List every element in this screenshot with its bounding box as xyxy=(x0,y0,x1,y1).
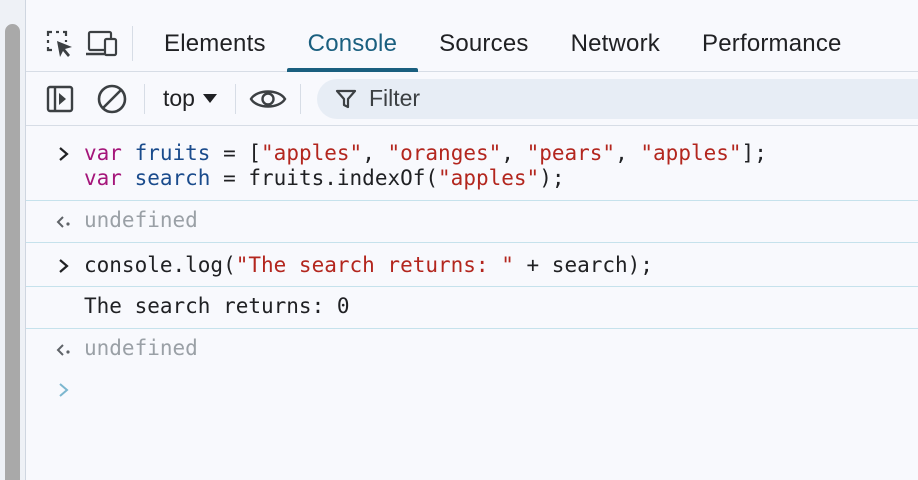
filter-funnel-icon xyxy=(335,89,357,108)
devtools-panel: Elements Console Sources Network Perform… xyxy=(26,0,918,480)
tab-sources[interactable]: Sources xyxy=(418,16,549,71)
console-input-entry: console.log("The search returns: " + sea… xyxy=(26,243,918,287)
toolbar-divider xyxy=(144,83,145,114)
return-arrow-icon xyxy=(54,208,74,233)
code-line: var search = fruits.indexOf("apples"); xyxy=(84,166,565,190)
device-toolbar-icon[interactable] xyxy=(80,16,124,71)
toolbar-divider xyxy=(234,83,236,114)
return-value: undefined xyxy=(84,336,198,360)
main-tab-bar: Elements Console Sources Network Perform… xyxy=(26,16,918,72)
toolbar-divider xyxy=(299,83,301,114)
clear-console-icon[interactable] xyxy=(92,79,132,119)
context-selector-label: top xyxy=(163,85,195,111)
tab-console[interactable]: Console xyxy=(286,16,419,72)
context-selector[interactable]: top xyxy=(157,85,223,112)
log-output: The search returns: 0 xyxy=(84,294,350,318)
scrollbar-thumb[interactable] xyxy=(5,24,20,480)
code-line: console.log("The search returns: " + sea… xyxy=(84,253,653,277)
tab-bar-divider xyxy=(132,26,133,61)
console-return-entry: undefined xyxy=(26,329,918,370)
return-value: undefined xyxy=(84,208,198,232)
left-scroll-gutter xyxy=(0,0,26,480)
tab-network[interactable]: Network xyxy=(550,16,681,71)
inspect-element-icon[interactable] xyxy=(40,16,80,71)
console-prompt[interactable] xyxy=(26,370,918,410)
chevron-right-icon xyxy=(54,141,74,166)
code-line: var fruits = ["apples", "oranges", "pear… xyxy=(84,141,767,165)
live-expression-eye-icon[interactable] xyxy=(248,79,288,119)
tab-elements[interactable]: Elements xyxy=(143,16,287,71)
filter-input[interactable]: Filter xyxy=(316,78,918,119)
sidebar-toggle-icon[interactable] xyxy=(40,79,80,119)
tab-performance[interactable]: Performance xyxy=(681,16,863,71)
caret-down-icon xyxy=(202,94,217,103)
chevron-right-icon xyxy=(54,253,74,278)
console-toolbar: top Filter xyxy=(26,72,918,126)
console-return-entry: undefined xyxy=(26,201,918,243)
console-log-message: The search returns: 0 xyxy=(26,287,918,329)
console-output[interactable]: var fruits = ["apples", "oranges", "pear… xyxy=(26,126,918,480)
filter-placeholder: Filter xyxy=(368,85,421,111)
devtools-window: Elements Console Sources Network Perform… xyxy=(0,0,918,480)
return-arrow-icon xyxy=(54,336,74,361)
console-input-entry: var fruits = ["apples", "oranges", "pear… xyxy=(26,126,918,201)
chevron-right-icon xyxy=(54,377,74,402)
